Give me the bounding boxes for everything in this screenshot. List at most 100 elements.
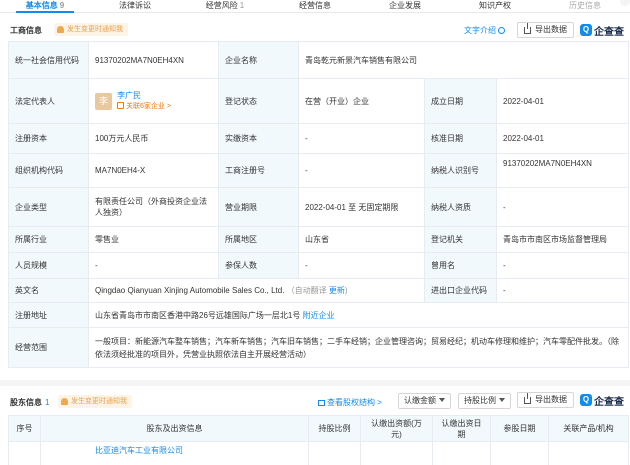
section-tabs: 基本信息 9 法律诉讼 经营风险 1 经营信息 企业发展 知识产权 历史信息 — [0, 0, 630, 13]
logo-mark: Q — [580, 394, 592, 406]
table-row: 比亚迪汽车工业有限公司 — [8, 441, 629, 465]
capital-value: 100万元人民币 — [88, 123, 219, 154]
tab-history[interactable]: 历史信息 — [540, 0, 630, 12]
business-info-header: 工商信息 发生变更时通知我 文字介绍 导出数据 Q 企查查 — [0, 20, 630, 40]
update-link[interactable]: 更新 — [329, 286, 345, 295]
shareholder-name-link[interactable]: 比亚迪汽车工业有限公司 — [95, 446, 183, 455]
legal-rep-label: 法定代表人 — [8, 78, 89, 124]
status-value: 在营（开业）企业 — [298, 78, 425, 124]
founded-label: 成立日期 — [424, 78, 497, 124]
tab-operation[interactable]: 经营信息 — [270, 0, 360, 12]
text-intro-label: 文字介绍 — [464, 26, 496, 35]
region-label: 所属地区 — [218, 226, 299, 253]
change-notify-button[interactable]: 发生变更时通知我 — [54, 23, 128, 36]
tax-qual-label: 纳税人资质 — [424, 187, 497, 227]
notify-label: 发生变更时通知我 — [67, 26, 123, 33]
nearby-companies-link[interactable]: 附近企业 — [303, 311, 335, 320]
org-code-label: 组织机构代码 — [8, 153, 89, 188]
business-info-title: 工商信息 — [10, 26, 42, 35]
approve-date-value: 2022-04-01 — [495, 123, 630, 154]
org-code-value: MA7N0EH4-X — [88, 153, 219, 188]
business-info-table: 统一社会信用代码 91370202MA7N0EH4XN 企业名称 青岛乾元新景汽… — [8, 41, 630, 368]
scope-label: 经营范围 — [8, 327, 89, 368]
col-header: 参股日期 — [490, 415, 549, 442]
tab-label: 历史信息 — [569, 1, 601, 10]
english-name-label: 英文名 — [8, 278, 89, 303]
tab-development[interactable]: 企业发展 — [360, 0, 450, 12]
reg-no-label: 工商注册号 — [218, 153, 299, 188]
address-label: 注册地址 — [8, 302, 89, 328]
tab-count: 9 — [59, 1, 65, 10]
founded-value: 2022-04-01 — [495, 78, 630, 124]
tab-label: 经营信息 — [299, 1, 331, 10]
download-icon — [524, 392, 531, 404]
tab-label: 经营风险 — [205, 1, 238, 10]
address-cell: 山东省青岛市市南区香港中路26号远雄国际广场一层北1号 附近企业 — [87, 302, 630, 328]
paid-capital-label: 实缴资本 — [218, 123, 299, 154]
logo-text: 企查查 — [594, 396, 624, 408]
export-label: 导出数据 — [535, 25, 567, 34]
former-name-value: - — [495, 252, 630, 279]
shareholder-count: 1 — [45, 398, 50, 407]
tax-qual-value: - — [495, 187, 630, 227]
chevron-down-icon — [499, 398, 505, 402]
col-header: 认缴出资额(万元) — [360, 415, 433, 442]
staff-label: 人员规模 — [8, 252, 89, 279]
staff-value: - — [88, 252, 219, 279]
tab-legal[interactable]: 法律诉讼 — [90, 0, 180, 12]
region-value: 山东省 — [298, 226, 425, 253]
tab-count: 1 — [239, 1, 245, 10]
export-label: 导出数据 — [535, 395, 567, 404]
insured-value: - — [298, 252, 425, 279]
term-value: 2022-04-01 至 无固定期限 — [298, 187, 425, 227]
reg-no-value: - — [298, 153, 425, 188]
company-type-value: 有限责任公司（外商投资企业法人独资） — [88, 187, 219, 227]
sort-ratio-label: 持股比例 — [464, 396, 496, 405]
export-data-button[interactable]: 导出数据 — [517, 22, 574, 38]
tab-basic-info[interactable]: 基本信息 9 — [0, 0, 90, 13]
avatar: 李 — [95, 92, 112, 110]
company-type-label: 企业类型 — [8, 187, 89, 227]
sort-ratio-select[interactable]: 持股比例 — [458, 393, 511, 409]
paid-capital-value: - — [298, 123, 425, 154]
shareholder-title: 股东信息 1 — [10, 397, 49, 408]
address-value: 山东省青岛市市南区香港中路26号远雄国际广场一层北1号 — [95, 310, 301, 320]
industry-label: 所属行业 — [8, 226, 89, 253]
shareholder-notify-button[interactable]: 发生变更时通知我 — [58, 395, 132, 408]
logo-mark: Q — [580, 24, 592, 36]
tab-ip[interactable]: 知识产权 — [450, 0, 540, 12]
scope-value: 一般项目：新能源汽车整车销售；汽车新车销售；汽车旧车销售；二手车经销；企业管理咨… — [87, 327, 630, 368]
shareholder-export-button[interactable]: 导出数据 — [517, 392, 574, 408]
credit-code-label: 统一社会信用代码 — [8, 41, 89, 79]
company-name-label: 企业名称 — [218, 41, 299, 79]
related-companies-link[interactable]: 关联6家企业 > — [117, 101, 171, 112]
sort-amount-select[interactable]: 认缴金额 — [398, 393, 451, 409]
col-header: 股东及出资信息 — [40, 415, 309, 442]
tab-label: 法律诉讼 — [119, 1, 151, 10]
help-icon — [498, 27, 506, 34]
shareholder-table: 序号 股东及出资信息 持股比例 认缴出资额(万元) 认缴出资日期 参股日期 关联… — [8, 415, 629, 465]
status-label: 登记状态 — [218, 78, 299, 124]
bell-icon — [61, 398, 68, 405]
english-name-value: Qingdao Qianyuan Xinjing Automobile Sale… — [95, 286, 285, 295]
ie-code-label: 进出口企业代码 — [424, 278, 497, 303]
authority-label: 登记机关 — [424, 226, 497, 253]
structure-label: 查看股权结构 > — [327, 398, 382, 407]
shareholder-cell: 比亚迪汽车工业有限公司 — [40, 441, 309, 465]
text-intro-link[interactable]: 文字介绍 — [464, 25, 506, 36]
tax-id-label: 纳税人识别号 — [424, 153, 497, 188]
chevron-down-icon — [439, 398, 445, 402]
bell-icon — [57, 26, 64, 33]
qichacha-logo: Q 企查查 — [580, 392, 624, 408]
company-icon — [117, 102, 124, 109]
related-label: 关联6家企业 > — [126, 103, 171, 110]
equity-structure-link[interactable]: 查看股权结构 > — [318, 397, 382, 408]
term-label: 营业期限 — [218, 187, 299, 227]
capital-label: 注册资本 — [8, 123, 89, 154]
tab-risk[interactable]: 经营风险 1 — [180, 0, 270, 12]
col-header: 序号 — [8, 415, 41, 442]
col-header: 持股比例 — [308, 415, 361, 442]
company-name-value: 青岛乾元新景汽车销售有限公司 — [297, 41, 630, 79]
qichacha-logo: Q 企查查 — [580, 22, 624, 38]
legal-rep-name[interactable]: 李广民 — [117, 90, 171, 101]
